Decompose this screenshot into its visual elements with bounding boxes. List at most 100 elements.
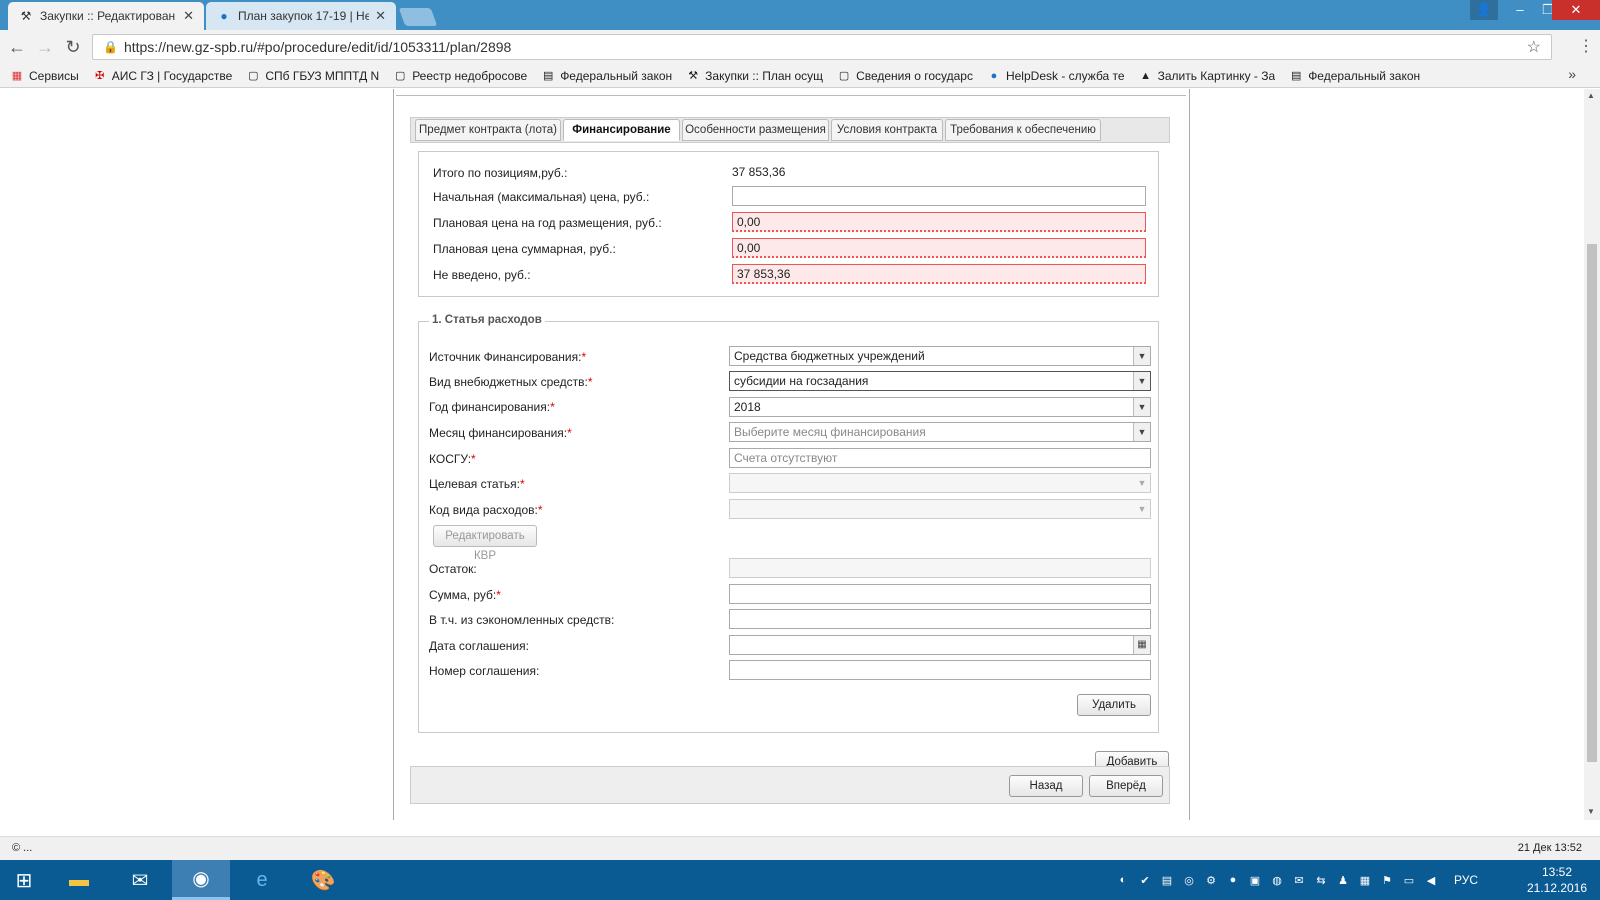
browser-toolbar: ← → ↻ 🔒 https://new.gz-spb.ru/#po/proced… (0, 30, 1600, 64)
coat-of-arms-icon: ✠ (95, 70, 105, 82)
year-select[interactable]: 2018 ▼ (729, 397, 1151, 417)
browser-tab-active[interactable]: ⚒ Закупки :: Редактирован ✕ (8, 2, 204, 30)
tray-app-icon[interactable]: ⇆ (1314, 873, 1328, 887)
paint-icon[interactable]: 🎨 (294, 860, 352, 900)
bookmark-item[interactable]: ▢ Сведения о государс (837, 69, 973, 83)
nmc-input[interactable] (732, 186, 1146, 206)
plan-year-input[interactable]: 0,00 (732, 212, 1146, 232)
browser-tab-strip: ⚒ Закупки :: Редактирован ✕ ● План закуп… (0, 0, 1600, 30)
browser-menu-icon[interactable]: ⋮ (1578, 36, 1594, 56)
plan-sum-input[interactable]: 0,00 (732, 238, 1146, 258)
tray-check-icon[interactable]: ✔ (1138, 873, 1152, 887)
plan-year-label: Плановая цена на год размещения, руб.: (433, 216, 662, 230)
plan-sum-label: Плановая цена суммарная, руб.: (433, 242, 616, 256)
bookmark-item[interactable]: ▢ СПб ГБУЗ МППТД N (246, 69, 379, 83)
kvr-select[interactable]: ▼ (729, 499, 1151, 519)
bookmark-item[interactable]: ▢ Реестр недобросове (393, 69, 527, 83)
chevron-down-icon[interactable]: ▼ (1133, 372, 1150, 390)
agreement-number-input[interactable] (729, 660, 1151, 680)
scroll-up-icon[interactable]: ▲ (1587, 91, 1595, 100)
bookmark-item[interactable]: ▤ Федеральный закон (1289, 69, 1420, 83)
file-explorer-icon[interactable]: ▬ (50, 860, 108, 900)
close-tab-icon[interactable]: ✕ (375, 8, 386, 24)
not-entered-input[interactable]: 37 853,36 (732, 264, 1146, 284)
amount-input[interactable] (729, 584, 1151, 604)
network-icon[interactable]: ▭ (1402, 873, 1416, 887)
tray-app-icon[interactable]: ◐ (1116, 873, 1130, 887)
bookmark-item[interactable]: ▲ Залить Картинку - За (1139, 69, 1275, 83)
agreement-date-input[interactable]: ▦ (729, 635, 1151, 655)
page-icon: ▢ (395, 70, 406, 82)
bookmark-item[interactable]: ▤ Федеральный закон (541, 69, 672, 83)
kosgu-input[interactable]: Счета отсутствуют (729, 448, 1151, 468)
chevron-down-icon[interactable]: ▼ (1134, 500, 1150, 518)
tray-app-icon[interactable]: ◍ (1270, 873, 1284, 887)
globe-icon: ● (990, 69, 998, 82)
user-profile-icon[interactable]: 👤 (1470, 0, 1498, 20)
back-button[interactable]: Назад (1009, 775, 1083, 797)
delete-button[interactable]: Удалить (1077, 694, 1151, 716)
chevron-down-icon[interactable]: ▼ (1133, 398, 1150, 416)
scrollbar-thumb[interactable] (1587, 244, 1597, 762)
tab-security[interactable]: Требования к обеспечению (945, 119, 1101, 141)
saved-input[interactable] (729, 609, 1151, 629)
tray-app-icon[interactable]: ◎ (1182, 873, 1196, 887)
gavel-icon: ⚒ (20, 9, 32, 23)
action-center-flag-icon[interactable]: ⚑ (1380, 873, 1394, 887)
bookmark-item[interactable]: ✠ АИС ГЗ | Государстве (93, 69, 232, 83)
minimize-icon[interactable]: – (1506, 0, 1534, 20)
tray-app-icon[interactable]: ● (1226, 873, 1240, 887)
form-footer: Назад Вперёд (410, 766, 1170, 804)
tray-app-icon[interactable]: ✉ (1292, 873, 1306, 887)
bookmark-item[interactable]: ▦ Сервисы (10, 69, 79, 83)
windows-start-icon[interactable]: ⊞ (0, 860, 48, 900)
status-copyright: © ... (12, 842, 33, 854)
source-select[interactable]: Средства бюджетных учреждений ▼ (729, 346, 1151, 366)
chevron-down-icon[interactable]: ▼ (1133, 347, 1150, 365)
chrome-icon[interactable]: ◉ (172, 860, 230, 900)
bookmarks-overflow-icon[interactable]: » (1568, 66, 1576, 82)
target-label: Целевая статья:* (429, 477, 525, 491)
edit-kvr-button[interactable]: Редактировать КВР (433, 525, 537, 562)
forward-arrow-icon[interactable]: → (34, 36, 56, 58)
back-arrow-icon[interactable]: ← (6, 36, 28, 58)
calendar-icon[interactable]: ▦ (1133, 636, 1150, 654)
tab-financing[interactable]: Финансирование (563, 119, 680, 141)
tray-app-icon[interactable]: ♟ (1336, 873, 1350, 887)
procedure-edit-panel: Предмет контракта (лота) Финансирование … (393, 89, 1190, 820)
month-select[interactable]: Выберите месяц финансирования ▼ (729, 422, 1151, 442)
internet-explorer-icon[interactable]: e (233, 860, 291, 900)
tab-contract-terms[interactable]: Условия контракта (831, 119, 943, 141)
tab-subject[interactable]: Предмет контракта (лота) (415, 119, 561, 141)
thunderbird-icon[interactable]: ✉ (111, 860, 169, 900)
amount-label: Сумма, руб:* (429, 588, 501, 602)
tray-app-icon[interactable]: ▦ (1358, 873, 1372, 887)
bookmark-item[interactable]: ● HelpDesk - служба те (987, 69, 1125, 83)
chevron-down-icon[interactable]: ▼ (1133, 423, 1150, 441)
taskbar-clock[interactable]: 13:52 21.12.2016 (1522, 864, 1592, 896)
next-button[interactable]: Вперёд (1089, 775, 1163, 797)
new-tab-button[interactable] (398, 8, 438, 26)
input-language[interactable]: РУС (1454, 873, 1478, 887)
chevron-down-icon[interactable]: ▼ (1134, 474, 1150, 492)
target-select[interactable]: ▼ (729, 473, 1151, 493)
tray-app-icon[interactable]: ▣ (1248, 873, 1262, 887)
tab-placement[interactable]: Особенности размещения (682, 119, 829, 141)
vertical-scrollbar[interactable]: ▲ ▼ (1584, 89, 1600, 820)
offbudget-select[interactable]: субсидии на госзадания ▼ (729, 371, 1151, 391)
close-window-icon[interactable]: ✕ (1552, 0, 1600, 20)
tray-app-icon[interactable]: ⚙ (1204, 873, 1218, 887)
address-bar[interactable]: 🔒 https://new.gz-spb.ru/#po/procedure/ed… (92, 34, 1552, 60)
expense-fieldset: 1. Статья расходов Источник Финансирован… (418, 314, 1159, 733)
image-icon: ▲ (1140, 69, 1152, 82)
close-tab-icon[interactable]: ✕ (183, 8, 194, 24)
scroll-down-icon[interactable]: ▼ (1587, 807, 1595, 816)
bookmark-item[interactable]: ⚒ Закупки :: План осущ (686, 69, 823, 83)
tray-network-icon[interactable]: ▤ (1160, 873, 1174, 887)
clock-time: 13:52 (1541, 865, 1573, 879)
browser-tab[interactable]: ● План закупок 17-19 | Не ✕ (206, 2, 396, 30)
bookmark-star-icon[interactable]: ☆ (1527, 37, 1541, 57)
reload-icon[interactable]: ↻ (62, 36, 84, 58)
kvr-label: Код вида расходов:* (429, 503, 543, 517)
volume-icon[interactable]: ◀ (1424, 873, 1438, 887)
